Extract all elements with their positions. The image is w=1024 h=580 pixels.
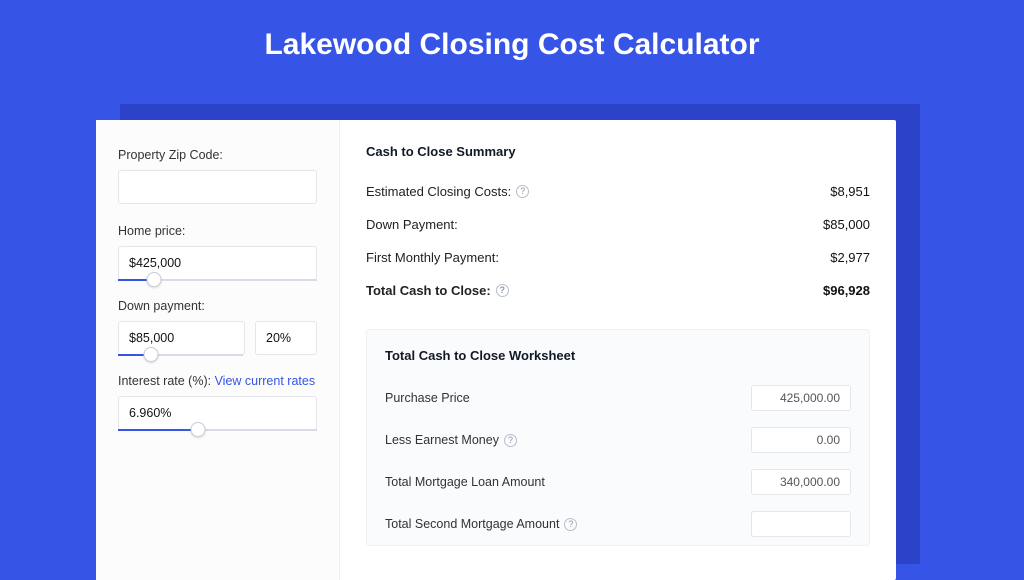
interest-label: Interest rate (%): View current rates — [118, 374, 317, 388]
summary-label: Total Cash to Close: — [366, 283, 491, 298]
slider-thumb[interactable] — [190, 422, 205, 437]
down-payment-input[interactable] — [118, 321, 245, 355]
summary-row-total: Total Cash to Close: ? $96,928 — [366, 274, 870, 307]
worksheet-row-mortgage-loan: Total Mortgage Loan Amount 340,000.00 — [385, 461, 851, 503]
home-price-label: Home price: — [118, 224, 317, 238]
slider-fill — [118, 429, 198, 431]
results-panel: Cash to Close Summary Estimated Closing … — [340, 120, 896, 580]
worksheet-title: Total Cash to Close Worksheet — [385, 348, 851, 363]
summary-label: Estimated Closing Costs: — [366, 184, 511, 199]
summary-row-first-payment: First Monthly Payment: $2,977 — [366, 241, 870, 274]
interest-label-text: Interest rate (%): — [118, 374, 215, 388]
summary-value: $2,977 — [830, 250, 870, 265]
help-icon[interactable]: ? — [516, 185, 529, 198]
summary-row-down-payment: Down Payment: $85,000 — [366, 208, 870, 241]
inputs-panel: Property Zip Code: Home price: Down paym… — [96, 120, 340, 580]
help-icon[interactable]: ? — [496, 284, 509, 297]
summary-value: $96,928 — [823, 283, 870, 298]
interest-input[interactable] — [118, 396, 317, 430]
summary-row-closing-costs: Estimated Closing Costs: ? $8,951 — [366, 175, 870, 208]
worksheet-label: Total Second Mortgage Amount — [385, 517, 559, 531]
worksheet-row-second-mortgage: Total Second Mortgage Amount ? — [385, 503, 851, 545]
worksheet-row-purchase-price: Purchase Price 425,000.00 — [385, 377, 851, 419]
calculator-card: Property Zip Code: Home price: Down paym… — [96, 120, 896, 580]
down-payment-label: Down payment: — [118, 299, 317, 313]
worksheet-label: Total Mortgage Loan Amount — [385, 475, 545, 489]
summary-label: First Monthly Payment: — [366, 250, 499, 265]
view-rates-link[interactable]: View current rates — [215, 374, 316, 388]
summary-title: Cash to Close Summary — [366, 144, 870, 159]
worksheet-value[interactable]: 0.00 — [751, 427, 851, 453]
worksheet-label: Less Earnest Money — [385, 433, 499, 447]
slider-thumb[interactable] — [143, 347, 158, 362]
home-price-field: Home price: — [118, 224, 317, 280]
help-icon[interactable]: ? — [564, 518, 577, 531]
worksheet-row-earnest-money: Less Earnest Money ? 0.00 — [385, 419, 851, 461]
worksheet-label: Purchase Price — [385, 391, 470, 405]
zip-input[interactable] — [118, 170, 317, 204]
help-icon[interactable]: ? — [504, 434, 517, 447]
down-payment-pct-input[interactable] — [255, 321, 317, 355]
down-payment-field: Down payment: — [118, 299, 317, 355]
worksheet-value[interactable]: 340,000.00 — [751, 469, 851, 495]
interest-field: Interest rate (%): View current rates — [118, 374, 317, 430]
summary-value: $85,000 — [823, 217, 870, 232]
zip-label: Property Zip Code: — [118, 148, 317, 162]
worksheet-value[interactable] — [751, 511, 851, 537]
worksheet-panel: Total Cash to Close Worksheet Purchase P… — [366, 329, 870, 546]
zip-field: Property Zip Code: — [118, 148, 317, 204]
page-title: Lakewood Closing Cost Calculator — [0, 0, 1024, 86]
summary-label: Down Payment: — [366, 217, 458, 232]
slider-thumb[interactable] — [146, 272, 161, 287]
summary-value: $8,951 — [830, 184, 870, 199]
worksheet-value[interactable]: 425,000.00 — [751, 385, 851, 411]
